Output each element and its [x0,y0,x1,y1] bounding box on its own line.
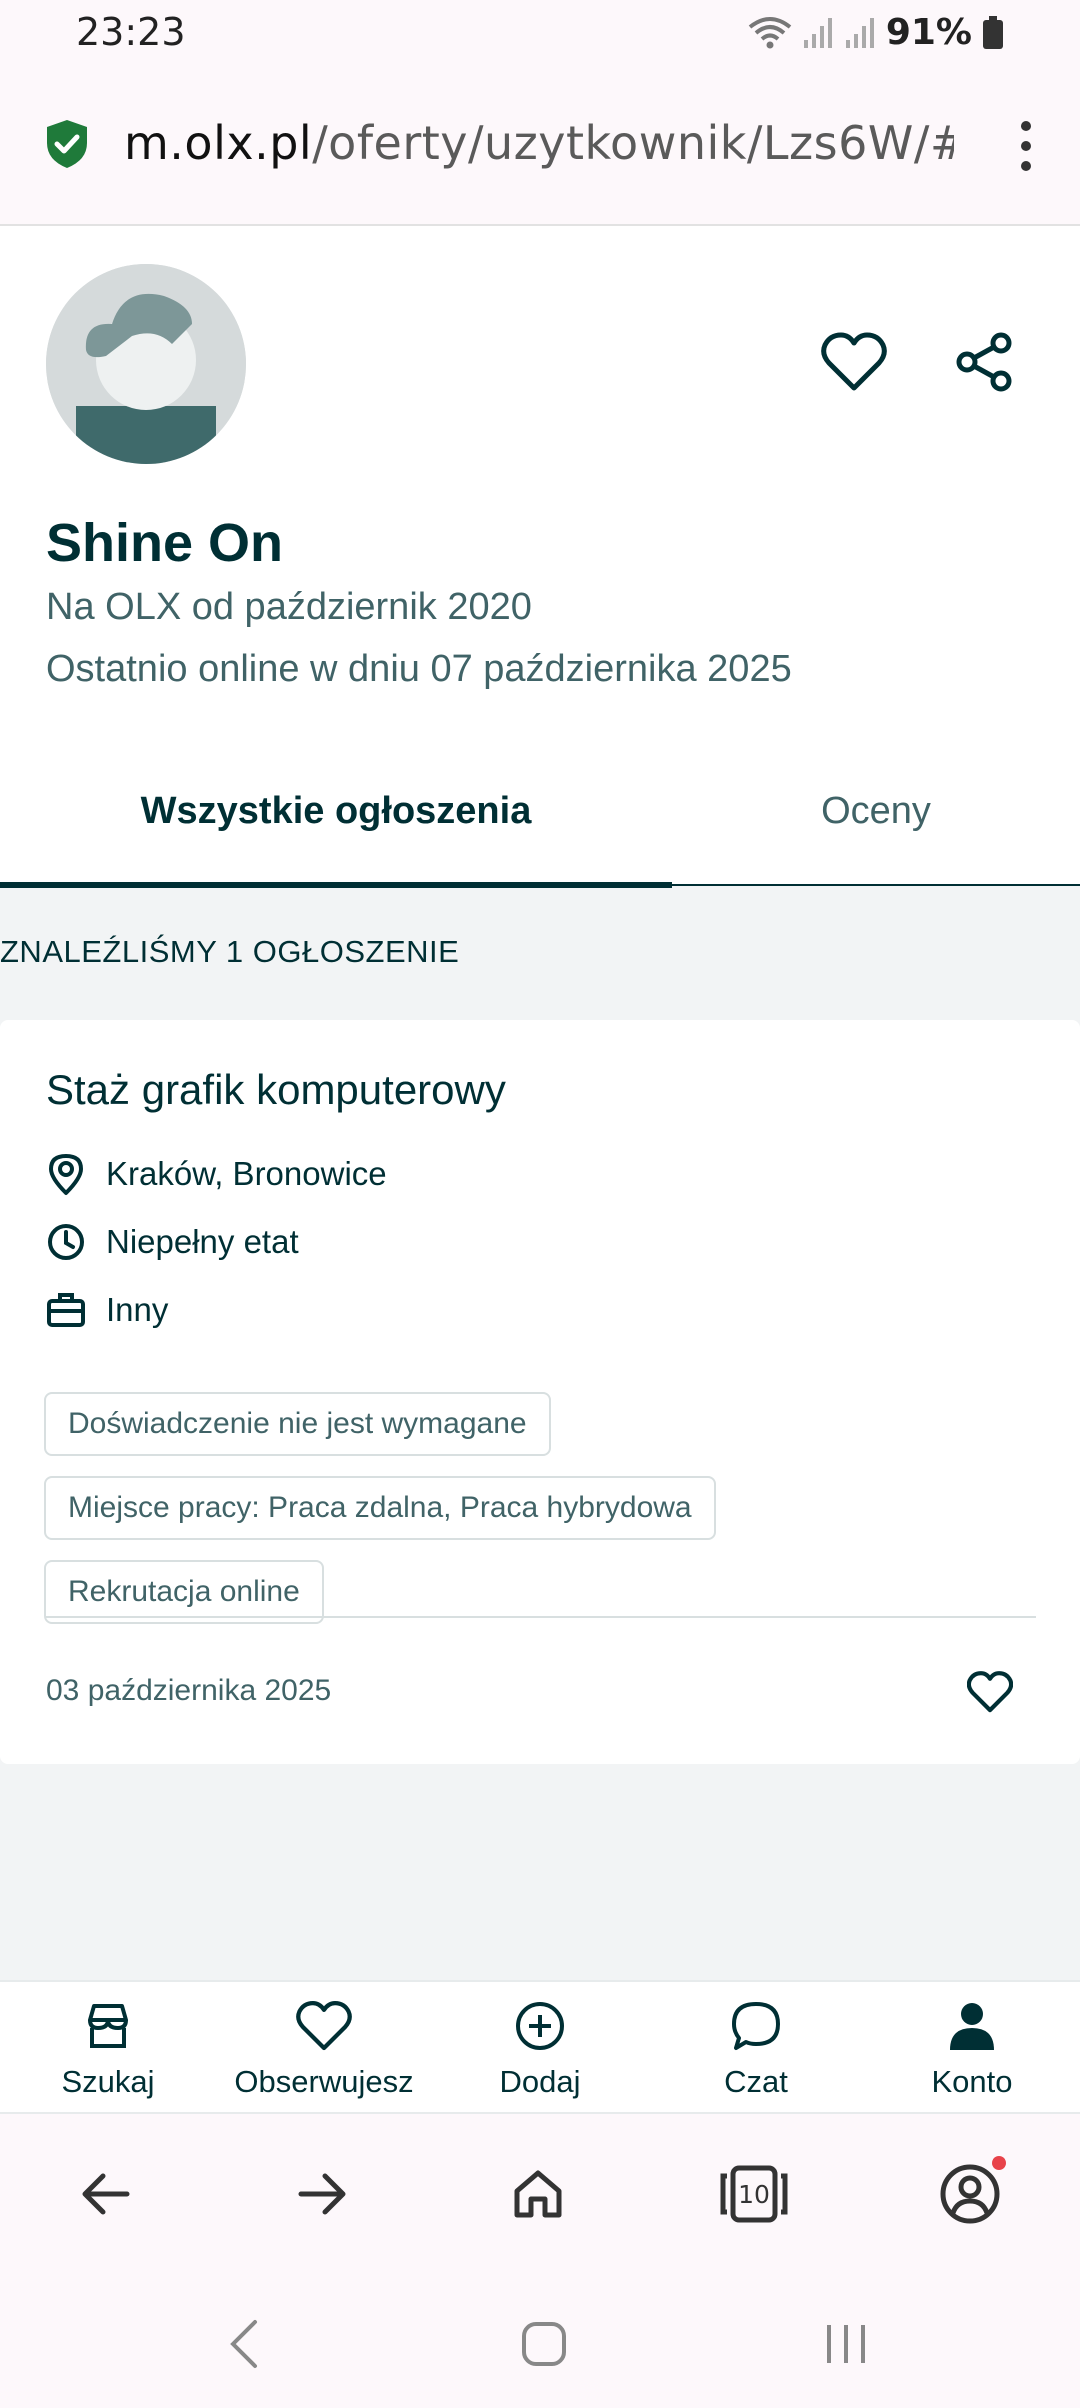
tabs-button[interactable]: 10 [714,2154,794,2234]
arrow-right-icon [298,2173,346,2215]
ad-category: Inny [106,1291,169,1328]
user-name: Shine On [46,513,284,573]
battery-icon [983,15,1003,49]
clock-icon [48,1224,84,1260]
battery-level: 91% [885,12,972,53]
secure-shield-icon[interactable] [44,118,90,170]
plus-circle-icon [516,2002,564,2050]
follow-user-button[interactable] [818,326,890,398]
ad-category-row: Inny [46,1286,168,1334]
status-time: 23:23 [76,10,186,54]
profile-section: Shine On Na OLX od październik 2020 Osta… [0,226,1080,888]
nav-chat-label: Czat [724,2064,788,2099]
status-bar: 23:23 91% [0,0,1080,64]
nav-account-label: Konto [931,2064,1013,2099]
nav-add-label: Dodaj [499,2064,581,2099]
location-pin-icon [49,1154,83,1195]
chevron-left-icon [230,2320,257,2368]
system-back-button[interactable] [204,2304,284,2384]
ad-location-row: Kraków, Bronowice [46,1150,387,1198]
heart-icon [821,332,887,391]
status-icons: 91% [748,12,1004,53]
url-domain: m.olx.pl [124,116,313,170]
avatar [46,264,246,464]
nav-add[interactable]: Dodaj [440,1982,640,2116]
account-circle-icon [940,2164,1000,2224]
system-nav-bar [0,2274,1080,2408]
arrow-left-icon [82,2173,130,2215]
forward-button[interactable] [282,2154,362,2234]
system-home-button[interactable] [504,2304,584,2384]
shop-icon [88,2004,128,2048]
ad-tag-recruitment: Rekrutacja online [44,1560,324,1624]
recents-icon [827,2325,865,2363]
ad-date: 03 października 2025 [46,1674,332,1707]
back-button[interactable] [66,2154,146,2234]
url-text[interactable]: m.olx.pl/oferty/uzytkownik/Lzs6W/#7 [124,116,954,170]
results-count: ZNALEŹLIŚMY 1 OGŁOSZENIE [0,934,460,969]
nav-search-label: Szukaj [61,2064,155,2099]
ad-tag-experience: Doświadczenie nie jest wymagane [44,1392,551,1456]
nav-account[interactable]: Konto [872,1982,1072,2116]
page-content: Shine On Na OLX od październik 2020 Osta… [0,224,1080,1980]
member-since: Na OLX od październik 2020 [46,586,532,628]
ad-worktime-row: Niepełny etat [46,1218,299,1266]
nav-search[interactable]: Szukaj [8,1982,208,2116]
system-recents-button[interactable] [806,2304,886,2384]
signal-icon [803,17,832,48]
chat-bubble-icon [732,2002,780,2050]
ad-work-time: Niepełny etat [106,1223,299,1260]
home-button[interactable] [498,2154,578,2234]
heart-icon [966,1671,1014,1713]
more-options-icon[interactable] [1006,116,1046,176]
heart-icon [296,2000,352,2051]
share-icon [956,332,1012,392]
ad-divider [46,1616,1036,1618]
notification-dot [992,2156,1006,2170]
profile-tabs: Wszystkie ogłoszenia Oceny [0,736,1080,888]
site-bottom-nav: Szukaj Obserwujesz Dodaj Czat Konto [0,1980,1080,2114]
browser-account-button[interactable] [930,2154,1010,2234]
nav-watching[interactable]: Obserwujesz [224,1982,424,2116]
ad-title[interactable]: Staż grafik komputerowy [46,1066,506,1114]
nav-watching-label: Obserwujesz [234,2064,414,2099]
ad-location: Kraków, Bronowice [106,1155,387,1192]
share-button[interactable] [948,326,1020,398]
home-square-icon [522,2322,566,2366]
briefcase-icon [47,1293,85,1327]
avatar-placeholder-icon [46,264,246,464]
browser-toolbar: 10 [0,2114,1080,2274]
tabs-count: 10 [738,2179,770,2209]
ad-tag-workplace: Miejsce pracy: Praca zdalna, Praca hybry… [44,1476,716,1540]
signal-icon-2 [845,17,874,48]
wifi-icon [748,16,792,48]
tab-ratings[interactable]: Oceny [672,736,1080,886]
last-online: Ostatnio online w dniu 07 października 2… [46,648,792,690]
ad-card[interactable]: Staż grafik komputerowy Kraków, Bronowic… [0,1020,1080,1764]
home-icon [514,2170,562,2218]
address-bar[interactable]: m.olx.pl/oferty/uzytkownik/Lzs6W/#7 [0,64,1080,224]
profile-actions [818,326,1020,398]
tab-all-listings[interactable]: Wszystkie ogłoszenia [0,736,672,888]
ad-favorite-button[interactable] [962,1664,1018,1720]
nav-chat[interactable]: Czat [656,1982,856,2116]
user-icon [950,2003,994,2050]
url-path: /oferty/uzytkownik/Lzs6W/#7 [312,116,954,170]
